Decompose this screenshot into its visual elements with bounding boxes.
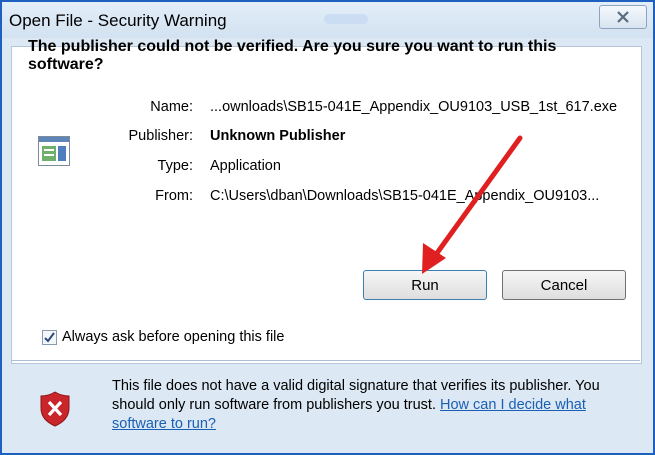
type-label: Type: xyxy=(157,158,193,174)
section-divider xyxy=(11,360,640,361)
security-warning-window: Open File - Security Warning The publish… xyxy=(0,0,655,455)
always-ask-label: Always ask before opening this file xyxy=(62,329,285,345)
main-panel xyxy=(11,46,642,364)
type-value: Application xyxy=(210,158,281,174)
title-bar[interactable]: Open File - Security Warning xyxy=(2,2,653,38)
run-button[interactable]: Run xyxy=(363,270,487,300)
close-icon xyxy=(617,11,629,23)
name-value: ...ownloads\SB15-041E_Appendix_OU9103_US… xyxy=(210,99,618,115)
cancel-button[interactable]: Cancel xyxy=(502,270,626,300)
publisher-value: Unknown Publisher xyxy=(210,128,346,144)
always-ask-option[interactable]: Always ask before opening this file xyxy=(42,329,284,345)
window-title: Open File - Security Warning xyxy=(9,11,227,30)
from-value: C:\Users\dban\Downloads\SB15-041E_Append… xyxy=(210,188,600,204)
publisher-label: Publisher: xyxy=(128,128,193,144)
close-button[interactable] xyxy=(599,5,647,29)
from-label: From: xyxy=(155,188,193,204)
checkmark-icon xyxy=(44,331,55,343)
warning-message: This file does not have a valid digital … xyxy=(112,377,642,434)
faded-title-text xyxy=(324,14,368,24)
name-label: Name: xyxy=(150,99,193,115)
dialog-heading: The publisher could not be verified. Are… xyxy=(28,38,557,73)
shield-warning-icon xyxy=(40,391,70,427)
always-ask-checkbox[interactable] xyxy=(42,329,57,345)
